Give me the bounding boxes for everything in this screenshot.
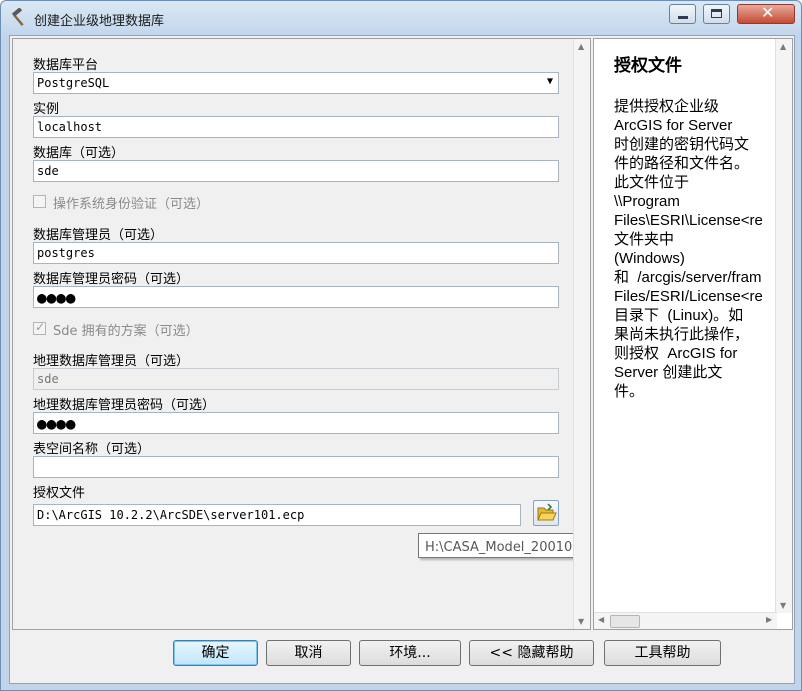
database-input[interactable]: sde xyxy=(33,160,559,182)
window-title: 创建企业级地理数据库 xyxy=(34,14,165,29)
help-vertical-scrollbar[interactable]: ▲ ▼ xyxy=(775,39,792,613)
minimize-button[interactable] xyxy=(669,4,696,24)
sde-schema-checkbox[interactable]: ✓ xyxy=(33,320,46,335)
gdb-admin-password-label: 地理数据库管理员密码（可选） xyxy=(33,398,216,413)
db-admin-input[interactable]: postgres xyxy=(33,242,559,264)
help-horizontal-scrollbar[interactable]: ◀ ▶ xyxy=(594,612,777,629)
scroll-down-icon[interactable]: ▼ xyxy=(780,601,786,610)
environments-button[interactable]: 环境... xyxy=(359,640,461,666)
maximize-button[interactable] xyxy=(703,4,730,24)
tooltip: H:\CASA_Model_200101\NPP结果 xyxy=(418,533,590,558)
scroll-right-icon[interactable]: ▶ xyxy=(766,615,772,624)
title-bar[interactable]: 创建企业级地理数据库 ✕ xyxy=(1,1,801,35)
auth-file-input[interactable]: D:\ArcGIS 10.2.2\ArcSDE\server101.ecp xyxy=(33,504,521,526)
gdb-admin-label: 地理数据库管理员（可选） xyxy=(33,354,190,369)
parameters-scrollbar[interactable]: ▲ ▼ xyxy=(573,39,590,629)
instance-label: 实例 xyxy=(33,102,60,117)
scroll-up-icon[interactable]: ▲ xyxy=(780,42,786,51)
checkmark-icon: ✓ xyxy=(35,320,46,334)
instance-input[interactable]: localhost xyxy=(33,116,559,138)
close-button[interactable]: ✕ xyxy=(737,3,795,24)
help-body: 提供授权企业级 ArcGIS for Server 时创建的密钥代码文 件的路径… xyxy=(614,98,763,400)
platform-value: PostgreSQL xyxy=(37,76,110,90)
database-label: 数据库（可选） xyxy=(33,146,125,161)
sde-schema-label: Sde 拥有的方案（可选） xyxy=(53,324,199,339)
password-mask: ●●●● xyxy=(37,414,76,433)
help-title: 授权文件 xyxy=(614,56,682,76)
cancel-button[interactable]: 取消 xyxy=(266,640,351,666)
auth-file-label: 授权文件 xyxy=(33,486,86,501)
db-admin-password-label: 数据库管理员密码（可选） xyxy=(33,272,190,287)
tablespace-input[interactable] xyxy=(33,456,559,478)
tool-help-button[interactable]: 工具帮助 xyxy=(604,640,721,666)
dialog-window: 创建企业级地理数据库 ✕ 数据库平台 PostgreSQL ▼ 实例 local… xyxy=(0,0,802,691)
scroll-thumb[interactable] xyxy=(610,615,640,628)
folder-open-icon xyxy=(537,503,557,521)
close-icon: ✕ xyxy=(761,3,775,22)
os-auth-label: 操作系统身份验证（可选） xyxy=(53,197,210,212)
hide-help-button[interactable]: << 隐藏帮助 xyxy=(469,640,594,666)
help-pane: 授权文件 提供授权企业级 ArcGIS for Server 时创建的密钥代码文… xyxy=(593,38,793,630)
scroll-left-icon[interactable]: ◀ xyxy=(598,615,604,624)
gdb-admin-input[interactable]: sde xyxy=(33,368,559,390)
parameters-pane: 数据库平台 PostgreSQL ▼ 实例 localhost 数据库（可选） … xyxy=(12,38,591,630)
maximize-icon xyxy=(711,9,722,18)
scroll-up-icon[interactable]: ▲ xyxy=(578,42,584,51)
minimize-icon xyxy=(678,16,688,19)
ok-button[interactable]: 确定 xyxy=(173,640,258,666)
password-mask: ●●●● xyxy=(37,288,76,307)
platform-select[interactable]: PostgreSQL ▼ xyxy=(33,72,559,94)
chevron-down-icon: ▼ xyxy=(546,76,553,87)
db-admin-label: 数据库管理员（可选） xyxy=(33,228,164,243)
dialog-client-area: 数据库平台 PostgreSQL ▼ 实例 localhost 数据库（可选） … xyxy=(9,35,795,684)
os-auth-checkbox[interactable] xyxy=(33,195,46,208)
scroll-down-icon[interactable]: ▼ xyxy=(578,617,584,626)
db-admin-password-input[interactable]: ●●●● xyxy=(33,286,559,308)
hammer-icon xyxy=(9,7,29,28)
platform-label: 数据库平台 xyxy=(33,58,99,73)
tablespace-label: 表空间名称（可选） xyxy=(33,442,151,457)
gdb-admin-password-input[interactable]: ●●●● xyxy=(33,412,559,434)
browse-button[interactable] xyxy=(533,500,559,526)
